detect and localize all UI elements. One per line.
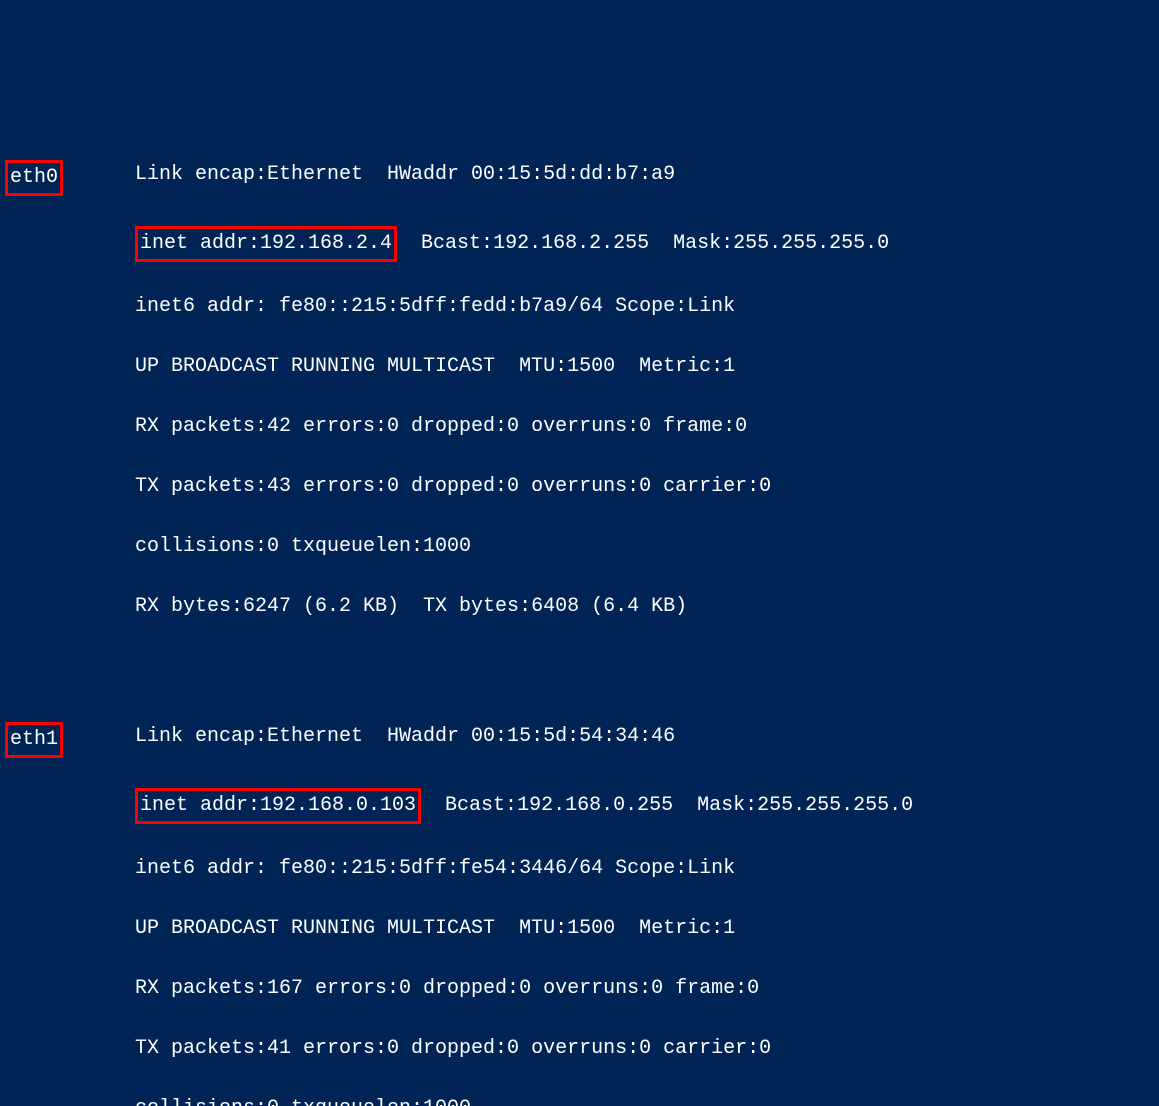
collisions-text: collisions:0 txqueuelen:1000: [135, 1097, 471, 1106]
inet-rest-text: Bcast:192.168.2.255 Mask:255.255.255.0: [397, 232, 889, 255]
line-rx-packets: RX packets:42 errors:0 dropped:0 overrun…: [5, 412, 1154, 442]
tx-packets-text: TX packets:41 errors:0 dropped:0 overrun…: [135, 1037, 771, 1060]
interface-name-highlight: eth1: [5, 722, 63, 758]
indent-spacer: [5, 1094, 135, 1106]
line-flags: UP BROADCAST RUNNING MULTICAST MTU:1500 …: [5, 352, 1154, 382]
line-collisions: collisions:0 txqueuelen:1000: [5, 532, 1154, 562]
inet6-text: inet6 addr: fe80::215:5dff:fe54:3446/64 …: [135, 857, 735, 880]
indent-spacer: [5, 412, 135, 442]
indent-spacer: [5, 292, 135, 322]
indent-spacer: [5, 592, 135, 622]
link-encap-text: Link encap:Ethernet HWaddr 00:15:5d:54:3…: [135, 725, 675, 748]
indent-spacer: [5, 532, 135, 562]
indent-spacer: [5, 352, 135, 382]
line-inet6: inet6 addr: fe80::215:5dff:fedd:b7a9/64 …: [5, 292, 1154, 322]
line-inet: inet addr:192.168.2.4 Bcast:192.168.2.25…: [5, 226, 1154, 262]
indent-spacer: [5, 1034, 135, 1064]
line-tx-packets: TX packets:43 errors:0 dropped:0 overrun…: [5, 472, 1154, 502]
interface-eth1: eth1 Link encap:Ethernet HWaddr 00:15:5d:…: [5, 692, 1154, 1106]
line-flags: UP BROADCAST RUNNING MULTICAST MTU:1500 …: [5, 914, 1154, 944]
bytes-text: RX bytes:6247 (6.2 KB) TX bytes:6408 (6.…: [135, 595, 687, 618]
indent-spacer: [5, 974, 135, 1004]
line-tx-packets: TX packets:41 errors:0 dropped:0 overrun…: [5, 1034, 1154, 1064]
interface-name-highlight: eth0: [5, 160, 63, 196]
collisions-text: collisions:0 txqueuelen:1000: [135, 535, 471, 558]
line-collisions: collisions:0 txqueuelen:1000: [5, 1094, 1154, 1106]
inet-addr-highlight: inet addr:192.168.0.103: [135, 788, 421, 824]
inet-rest-text: Bcast:192.168.0.255 Mask:255.255.255.0: [421, 794, 913, 817]
line-inet: inet addr:192.168.0.103 Bcast:192.168.0.…: [5, 788, 1154, 824]
rx-packets-text: RX packets:167 errors:0 dropped:0 overru…: [135, 977, 759, 1000]
iface-name-col: eth1: [5, 722, 135, 758]
flags-text: UP BROADCAST RUNNING MULTICAST MTU:1500 …: [135, 355, 735, 378]
inet-addr-highlight: inet addr:192.168.2.4: [135, 226, 397, 262]
indent-spacer: [5, 854, 135, 884]
interface-eth0: eth0 Link encap:Ethernet HWaddr 00:15:5d:…: [5, 130, 1154, 652]
indent-spacer: [5, 914, 135, 944]
line-header: eth1 Link encap:Ethernet HWaddr 00:15:5d:…: [5, 722, 1154, 758]
line-bytes: RX bytes:6247 (6.2 KB) TX bytes:6408 (6.…: [5, 592, 1154, 622]
link-encap-text: Link encap:Ethernet HWaddr 00:15:5d:dd:b…: [135, 163, 675, 186]
line-inet6: inet6 addr: fe80::215:5dff:fe54:3446/64 …: [5, 854, 1154, 884]
line-header: eth0 Link encap:Ethernet HWaddr 00:15:5d:…: [5, 160, 1154, 196]
line-rx-packets: RX packets:167 errors:0 dropped:0 overru…: [5, 974, 1154, 1004]
flags-text: UP BROADCAST RUNNING MULTICAST MTU:1500 …: [135, 917, 735, 940]
indent-spacer: [5, 226, 135, 256]
inet6-text: inet6 addr: fe80::215:5dff:fedd:b7a9/64 …: [135, 295, 735, 318]
tx-packets-text: TX packets:43 errors:0 dropped:0 overrun…: [135, 475, 771, 498]
rx-packets-text: RX packets:42 errors:0 dropped:0 overrun…: [135, 415, 747, 438]
iface-name-col: eth0: [5, 160, 135, 196]
indent-spacer: [5, 788, 135, 818]
indent-spacer: [5, 472, 135, 502]
